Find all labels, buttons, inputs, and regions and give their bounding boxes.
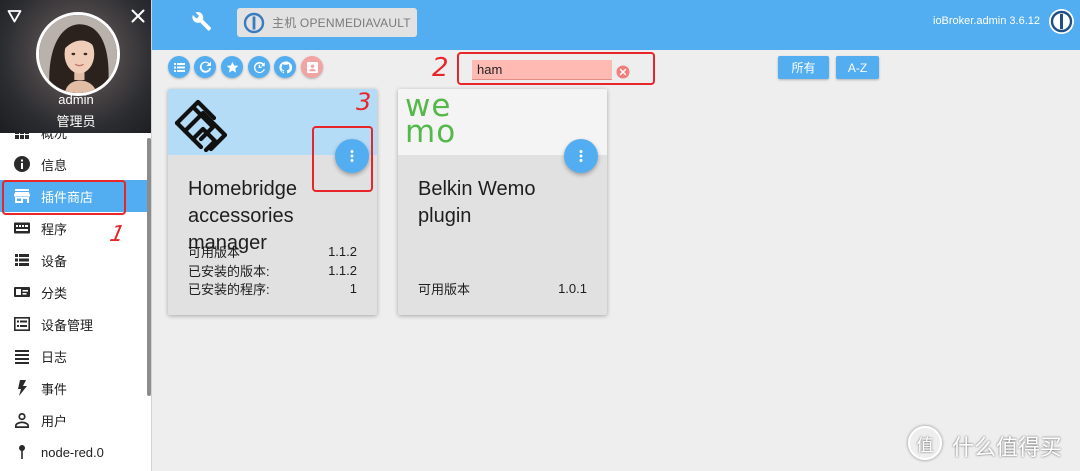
info-value: 1.1.2 [328,244,357,260]
iobroker-logo-icon [1049,9,1074,34]
profile-role: 管理员 [56,114,96,129]
adapter-card-wemo[interactable]: we mo Belkin Wemo plugin 可用版本 1.0.1 [398,89,607,315]
sidebar-item-logs[interactable]: 日志 [0,340,147,372]
user-icon [13,411,31,429]
wemo-logo: we mo [405,91,457,150]
adapter-card-homebridge[interactable]: Homebridge accessories manager 可用版本 1.1.2… [168,89,377,315]
annotation-number: 2 [432,53,449,83]
refresh-button[interactable] [194,56,216,78]
star-icon [226,61,238,73]
annotation-box-adapters [2,180,126,215]
categories-icon [13,283,31,301]
device-manager-icon [13,315,31,333]
list-view-icon [173,62,185,72]
adapter-info: 可用版本 1.0.1 [418,280,587,299]
sidebar-item-label: 用户 [41,413,68,429]
info-label: 已安装的程序: [188,282,270,298]
sidebar-item-label: 设备 [41,253,68,269]
sidebar-item-enums[interactable]: 分类 [0,276,147,308]
sidebar-item-info[interactable]: 信息 [0,148,147,180]
annotation-box-more [312,126,373,192]
sidebar-item-label: 设备管理 [41,317,94,333]
bolt-icon [13,379,31,397]
favorites-button[interactable] [221,56,243,78]
pin-icon [13,443,31,460]
github-button[interactable] [274,56,296,78]
sidebar-item-label: 日志 [41,349,68,365]
github-icon [278,60,292,73]
profile-username: admin [58,92,94,107]
dropdown-triangle-icon[interactable] [7,9,22,23]
sidebar: 概况 信息 插件商店 程序 设备 分类 设备管理 日志 事件 用户 node-r… [0,0,152,471]
sidebar-item-node-red[interactable]: node-red.0 [0,436,147,460]
info-value: 1.0.1 [558,281,587,297]
app-version: ioBroker.admin 3.6.12 [933,15,1041,27]
contacts-icon [306,61,318,73]
more-options-button[interactable] [564,139,598,173]
info-row: 已安装的版本: 1.1.2 [188,261,357,280]
wrench-icon[interactable] [191,11,212,32]
avatar [36,12,120,96]
info-value: 1.1.2 [328,262,357,278]
info-label: 已安装的版本: [188,263,270,279]
list-view-button[interactable] [168,56,190,78]
sidebar-item-label: 程序 [41,221,68,237]
annotation-number: 3 [356,88,372,116]
contacts-button[interactable] [301,56,323,78]
updates-button[interactable] [248,56,270,78]
info-icon [13,155,31,173]
sidebar-item-users[interactable]: 用户 [0,404,147,436]
info-value: 1 [349,281,357,297]
homebridge-logo-icon [174,99,228,153]
adapter-info: 可用版本 1.1.2 已安装的版本: 1.1.2 已安装的程序: 1 [188,243,357,299]
sidebar-item-label: node-red.0 [41,444,104,460]
watermark-logo: 值 [908,426,942,460]
info-row: 可用版本 1.0.1 [418,280,587,299]
host-label: 主机 OPENMEDIAVAULT [272,16,411,30]
more-vert-icon [579,150,583,162]
watermark-text: 什么值得买 [952,435,1063,460]
list-icon [13,251,31,269]
info-row: 可用版本 1.1.2 [188,243,357,262]
refresh-icon [199,60,211,73]
sort-az-button[interactable]: A-Z [836,56,879,79]
info-label: 可用版本 [418,282,471,298]
sidebar-item-events[interactable]: 事件 [0,372,147,404]
sidebar-nav: 概况 信息 插件商店 程序 设备 分类 设备管理 日志 事件 用户 node-r… [0,116,147,460]
instances-icon [13,219,31,237]
update-icon [253,61,265,73]
annotation-box-search [457,52,655,85]
info-label: 可用版本 [188,245,241,261]
sidebar-item-label: 信息 [41,157,68,173]
sidebar-item-label: 分类 [41,285,68,301]
sidebar-item-objects[interactable]: 设备 [0,244,147,276]
log-icon [13,347,31,365]
sidebar-scrollbar[interactable] [147,138,151,396]
sidebar-item-devices[interactable]: 设备管理 [0,308,147,340]
info-row: 已安装的程序: 1 [188,280,357,299]
host-selector-button[interactable]: 主机 OPENMEDIAVAULT [237,8,417,37]
sidebar-item-label: 事件 [41,381,68,397]
iobroker-logo-icon [243,12,265,33]
wemo-logo-line: mo [405,114,457,150]
profile-header: admin 管理员 [0,0,151,133]
filter-all-button[interactable]: 所有 [778,56,829,79]
close-icon[interactable] [130,8,146,24]
